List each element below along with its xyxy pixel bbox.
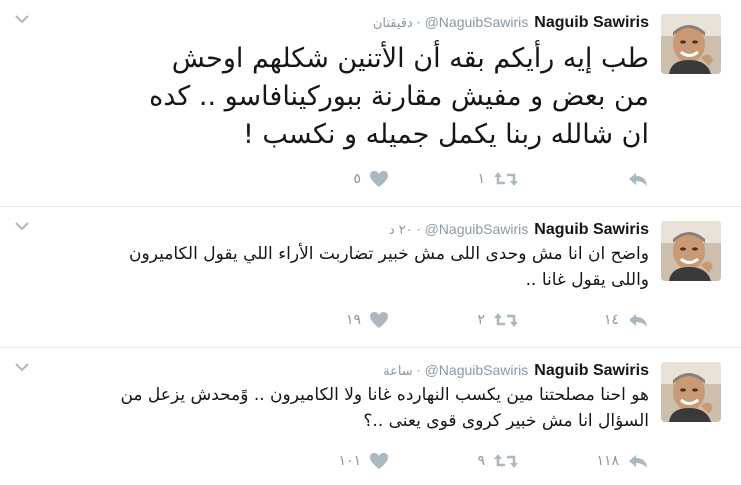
author-handle[interactable]: @NaguibSawiris xyxy=(425,14,529,30)
tweet[interactable]: Naguib Sawiris @NaguibSawiris · ساعة هو … xyxy=(0,348,741,485)
reply-button[interactable] xyxy=(519,171,649,187)
tweet[interactable]: Naguib Sawiris @NaguibSawiris · دقيقتان … xyxy=(0,0,741,207)
reply-count: ١١٨ xyxy=(596,453,619,469)
like-button[interactable]: ١٠١ xyxy=(329,452,389,470)
retweet-icon xyxy=(494,172,518,186)
separator-dot: · xyxy=(416,16,421,30)
tweet-text-line: ان شالله ربنا يكمل جميله و نكسب ! xyxy=(242,119,649,150)
reply-icon xyxy=(629,173,647,186)
separator-dot: · xyxy=(416,364,421,378)
avatar[interactable] xyxy=(661,362,721,422)
retweet-button[interactable]: ٢ xyxy=(389,311,519,329)
tweet-actions: ١ ٥ xyxy=(329,170,649,188)
separator-dot: · xyxy=(416,223,421,237)
tweet-actions: ١٤ ٢ ١٩ xyxy=(329,311,649,329)
like-count: ١٩ xyxy=(345,312,361,328)
tweet-text: طب إيه رأيكم بقه أن الأتنين شكلهم اوحش م… xyxy=(49,40,649,154)
tweet[interactable]: Naguib Sawiris @NaguibSawiris · ٢٠ د واض… xyxy=(0,207,741,348)
chevron-down-icon[interactable] xyxy=(14,362,30,374)
retweet-icon xyxy=(494,454,518,468)
tweet-text-line: السؤال انا مش خبير كروى قوى يعنى ..؟ xyxy=(363,411,649,431)
tweet-header: Naguib Sawiris @NaguibSawiris · دقيقتان xyxy=(373,14,649,32)
retweet-icon xyxy=(494,313,518,327)
tweet-text-line: طب إيه رأيكم بقه أن الأتنين شكلهم اوحش xyxy=(171,43,649,74)
like-count: ٥ xyxy=(353,171,361,187)
timestamp[interactable]: ساعة xyxy=(383,364,413,379)
retweet-button[interactable]: ٩ xyxy=(389,452,519,470)
reply-button[interactable]: ١١٨ xyxy=(519,453,649,469)
tweet-text: واضح ان انا مش وحدى اللى مش خبير تضاربت … xyxy=(49,241,649,293)
tweet-text: هو احنا مصلحتنا مين يكسب النهارده غانا و… xyxy=(49,382,649,434)
avatar[interactable] xyxy=(661,221,721,281)
like-button[interactable]: ٥ xyxy=(329,170,389,188)
author-name[interactable]: Naguib Sawiris xyxy=(534,362,649,380)
tweet-text-line: واللى يقول غانا .. xyxy=(525,270,649,290)
tweet-text-line: هو احنا مصلحتنا مين يكسب النهارده غانا و… xyxy=(120,385,649,405)
tweet-actions: ١١٨ ٩ ١٠١ xyxy=(329,452,649,470)
tweet-header: Naguib Sawiris @NaguibSawiris · ساعة xyxy=(383,362,649,380)
tweet-text-line: من بعض و مفيش مقارنة ببوركينافاسو .. كده xyxy=(149,81,649,112)
retweet-count: ٩ xyxy=(477,453,485,469)
avatar[interactable] xyxy=(661,14,721,74)
timestamp[interactable]: دقيقتان xyxy=(373,16,413,31)
chevron-down-icon[interactable] xyxy=(14,221,30,233)
reply-count: ١٤ xyxy=(603,312,619,328)
heart-icon xyxy=(370,312,388,328)
retweet-count: ٢ xyxy=(477,312,485,328)
timeline: Naguib Sawiris @NaguibSawiris · دقيقتان … xyxy=(0,0,741,485)
reply-icon xyxy=(629,455,647,468)
reply-button[interactable]: ١٤ xyxy=(519,312,649,328)
author-name[interactable]: Naguib Sawiris xyxy=(534,221,649,239)
chevron-down-icon[interactable] xyxy=(14,14,30,26)
like-count: ١٠١ xyxy=(338,453,361,469)
author-name[interactable]: Naguib Sawiris xyxy=(534,14,649,32)
reply-icon xyxy=(629,314,647,327)
heart-icon xyxy=(370,171,388,187)
author-handle[interactable]: @NaguibSawiris xyxy=(425,362,529,378)
tweet-text-line: واضح ان انا مش وحدى اللى مش خبير تضاربت … xyxy=(129,244,649,264)
tweet-header: Naguib Sawiris @NaguibSawiris · ٢٠ د xyxy=(389,221,649,239)
retweet-button[interactable]: ١ xyxy=(389,170,519,188)
author-handle[interactable]: @NaguibSawiris xyxy=(425,221,529,237)
timestamp[interactable]: ٢٠ د xyxy=(389,223,413,238)
like-button[interactable]: ١٩ xyxy=(329,311,389,329)
heart-icon xyxy=(370,453,388,469)
retweet-count: ١ xyxy=(477,171,485,187)
